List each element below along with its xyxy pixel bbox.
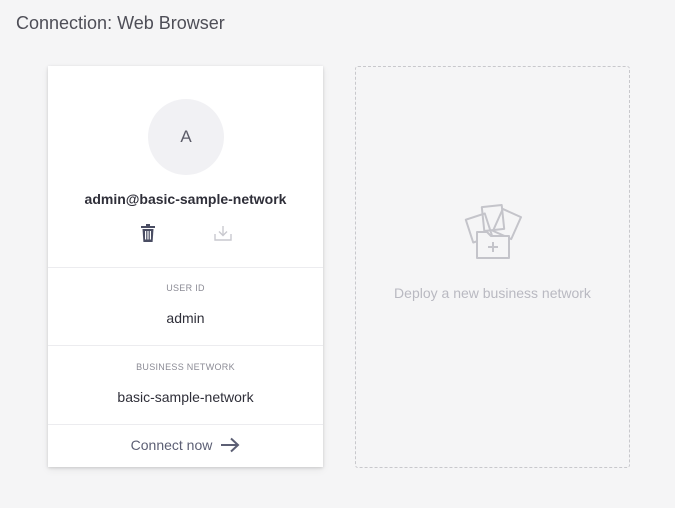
delete-identity-button[interactable] bbox=[137, 222, 159, 244]
user-id-label: USER ID bbox=[166, 283, 205, 293]
business-network-value: basic-sample-network bbox=[117, 389, 254, 405]
connect-now-button[interactable]: Connect now bbox=[48, 434, 323, 456]
connection-page: Connection: Web Browser A admin@basic-sa… bbox=[0, 0, 675, 508]
user-id-value: admin bbox=[166, 310, 205, 326]
download-icon bbox=[214, 226, 232, 241]
deploy-business-network-label: Deploy a new business network bbox=[394, 285, 591, 301]
business-network-deploy-icon bbox=[464, 204, 523, 259]
arrow-right-icon bbox=[221, 437, 240, 453]
divider bbox=[48, 424, 323, 425]
divider bbox=[48, 267, 323, 268]
page-title: Connection: Web Browser bbox=[16, 13, 225, 33]
business-network-label: BUSINESS NETWORK bbox=[136, 362, 235, 372]
identity-card: A admin@basic-sample-network USER ID adm… bbox=[48, 66, 323, 467]
connect-now-label: Connect now bbox=[130, 437, 213, 453]
avatar: A bbox=[148, 99, 224, 175]
trash-icon bbox=[141, 224, 155, 242]
identity-name: admin@basic-sample-network bbox=[84, 191, 287, 207]
deploy-business-network-card[interactable]: Deploy a new business network bbox=[355, 66, 630, 468]
export-identity-button[interactable] bbox=[212, 222, 234, 244]
divider bbox=[48, 345, 323, 346]
identity-actions bbox=[48, 222, 323, 246]
